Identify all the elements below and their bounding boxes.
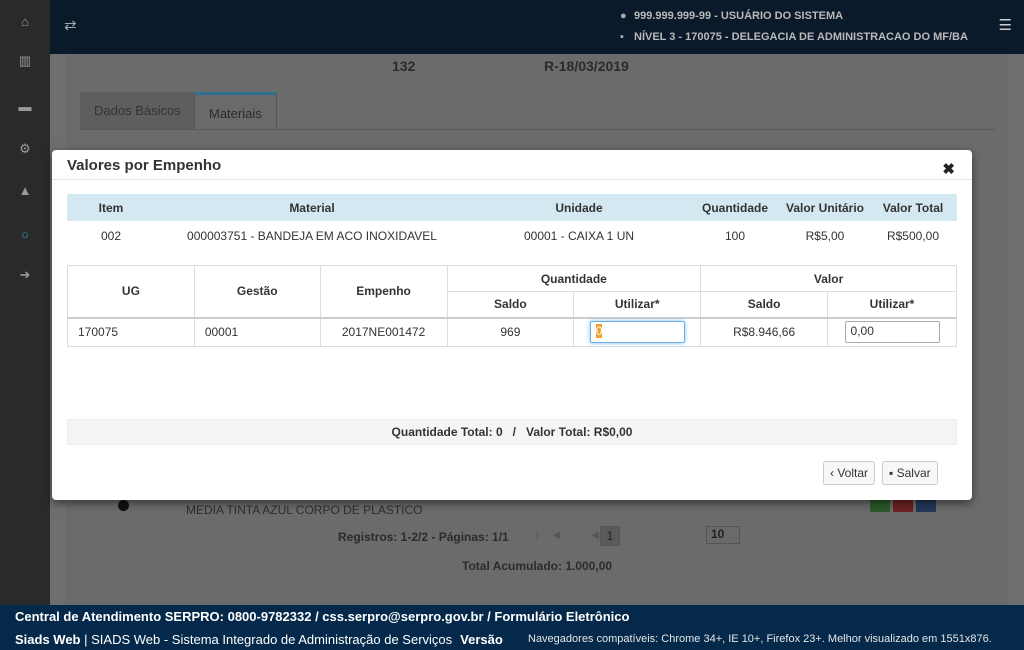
close-icon[interactable]: ✖ xyxy=(942,160,955,178)
unit-label: NÍVEL 3 - 170075 - DELEGACIA DE ADMINIST… xyxy=(634,31,968,43)
empenho-modal: Valores por Empenho ✖ Item Material Unid… xyxy=(52,150,972,500)
salvar-label: Salvar xyxy=(896,466,931,480)
cell-valor-saldo: R$8.946,66 xyxy=(700,317,829,347)
footer-system: Siads Web | SIADS Web - Sistema Integrad… xyxy=(15,632,503,647)
user-icon: ● xyxy=(620,10,627,22)
user-label: 999.999.999-99 - USUÁRIO DO SISTEMA xyxy=(634,10,844,22)
footer-browsers: Navegadores compatíveis: Chrome 34+, IE … xyxy=(528,633,992,645)
valor-utilizar-input[interactable]: 0,00 xyxy=(844,321,940,344)
col-quantidade: Quantidade xyxy=(689,194,781,221)
quantidade-utilizar-input[interactable]: 0 xyxy=(589,321,685,344)
col-valor-utilizar: Utilizar* xyxy=(827,291,957,319)
topbar: ⇄ ● 999.999.999-99 - USUÁRIO DO SISTEMA ▪… xyxy=(50,0,1024,54)
chevron-left-icon: ‹ xyxy=(830,466,834,480)
tab-dados-basicos[interactable]: Dados Básicos xyxy=(80,92,195,130)
col-empenho: Empenho xyxy=(319,265,448,319)
group-valor: Valor xyxy=(700,265,957,292)
cell-valor-utilizar: 0,00 xyxy=(827,317,957,347)
cell-qtd-utilizar: 0 xyxy=(573,317,702,347)
col-material: Material xyxy=(155,194,469,221)
salvar-button[interactable]: ▪ Salvar xyxy=(882,461,938,485)
modal-title: Valores por Empenho xyxy=(67,157,222,174)
bg-reference: R-18/03/2019 xyxy=(544,58,629,74)
tab-divider xyxy=(80,129,996,130)
item-table: Item Material Unidade Quantidade Valor U… xyxy=(67,194,957,251)
footer-contact: Central de Atendimento SERPRO: 0800-9782… xyxy=(15,609,630,624)
cell-unidade: 00001 - CAIXA 1 UN xyxy=(523,229,635,243)
col-qtd-utilizar: Utilizar* xyxy=(573,291,702,319)
home-icon[interactable]: ⌂ xyxy=(0,0,50,42)
hamburger-menu-icon[interactable]: ☰ xyxy=(999,16,1012,34)
unit-info: ▪ NÍVEL 3 - 170075 - DELEGACIA DE ADMINIS… xyxy=(620,31,968,43)
user-info: ● 999.999.999-99 - USUÁRIO DO SISTEMA xyxy=(620,10,843,22)
col-valor-total: Valor Total xyxy=(869,194,957,221)
table-row: MEDIA TINTA AZUL CORPO DE PLASTICO xyxy=(106,500,968,522)
cell-valor-unitario: R$5,00 xyxy=(805,229,845,243)
graduation-cap-icon[interactable]: ▲ xyxy=(0,169,50,211)
cell-gestao: 00001 xyxy=(193,317,321,347)
tab-materiais[interactable]: Materiais xyxy=(194,92,277,130)
save-icon: ▪ xyxy=(889,466,894,480)
total-acumulado: Total Acumulado: 1.000,00 xyxy=(462,559,613,573)
table-row: 170075 00001 2017NE001472 969 0 R$8.946,… xyxy=(67,317,957,347)
col-gestao: Gestão xyxy=(193,265,321,319)
valor-utilizar-value: 0,00 xyxy=(850,324,874,339)
barcode-icon[interactable]: ▥ xyxy=(0,40,50,82)
swap-icon[interactable]: ⇄ xyxy=(64,16,77,34)
page-button[interactable]: 1 xyxy=(600,526,620,546)
sign-in-icon[interactable]: ➜ xyxy=(0,254,50,296)
circle-icon[interactable]: ○ xyxy=(0,213,50,255)
row-select-icon[interactable] xyxy=(118,500,129,511)
voltar-button[interactable]: ‹ Voltar xyxy=(823,461,876,485)
cell-qtd-saldo: 969 xyxy=(446,317,575,347)
col-unidade: Unidade xyxy=(469,194,689,221)
cell-valor-total: R$500,00 xyxy=(886,229,940,243)
footer-brand: Siads Web xyxy=(15,632,81,647)
sitemap-icon: ▪ xyxy=(620,31,624,43)
col-ug: UG xyxy=(67,265,195,319)
totals-bar: Quantidade Total: 0 / Valor Total: R$0,0… xyxy=(67,419,957,445)
group-quantidade: Quantidade xyxy=(446,265,702,292)
col-valor-unitario: Valor Unitário xyxy=(781,194,869,221)
cell-quantidade: 100 xyxy=(724,229,746,243)
quantidade-utilizar-value: 0 xyxy=(595,324,603,339)
table-row: 002 000003751 - BANDEJA EM ACO INOXIDAVE… xyxy=(67,221,957,251)
bg-number: 132 xyxy=(392,58,416,74)
modal-divider xyxy=(52,179,972,180)
footer: Central de Atendimento SERPRO: 0800-9782… xyxy=(0,605,1024,650)
footer-desc: | SIADS Web - Sistema Integrado de Admin… xyxy=(80,632,453,647)
archive-icon[interactable]: ▬ xyxy=(0,85,50,127)
col-valor-saldo: Saldo xyxy=(700,291,829,319)
col-qtd-saldo: Saldo xyxy=(446,291,575,319)
cell-ug: 170075 xyxy=(67,317,195,347)
footer-version: Versão xyxy=(460,632,503,647)
voltar-label: Voltar xyxy=(837,466,869,480)
pagination-info: Registros: 1-2/2 - Páginas: 1/1 xyxy=(338,530,509,544)
cell-material: 000003751 - BANDEJA EM ACO INOXIDAVEL xyxy=(187,229,437,243)
cell-item: 002 xyxy=(100,229,122,243)
cogs-icon[interactable]: ⚙ xyxy=(0,128,50,170)
sidebar: ⌂ ▥ ▬ ⚙ ▲ ○ ➜ xyxy=(0,0,50,605)
row-material: MEDIA TINTA AZUL CORPO DE PLASTICO xyxy=(186,503,423,517)
col-item: Item xyxy=(67,194,155,221)
per-page-select[interactable]: 10 xyxy=(706,526,740,544)
cell-empenho: 2017NE001472 xyxy=(319,317,448,347)
empenho-table: UG Gestão Empenho Quantidade Valor Saldo… xyxy=(67,265,957,347)
